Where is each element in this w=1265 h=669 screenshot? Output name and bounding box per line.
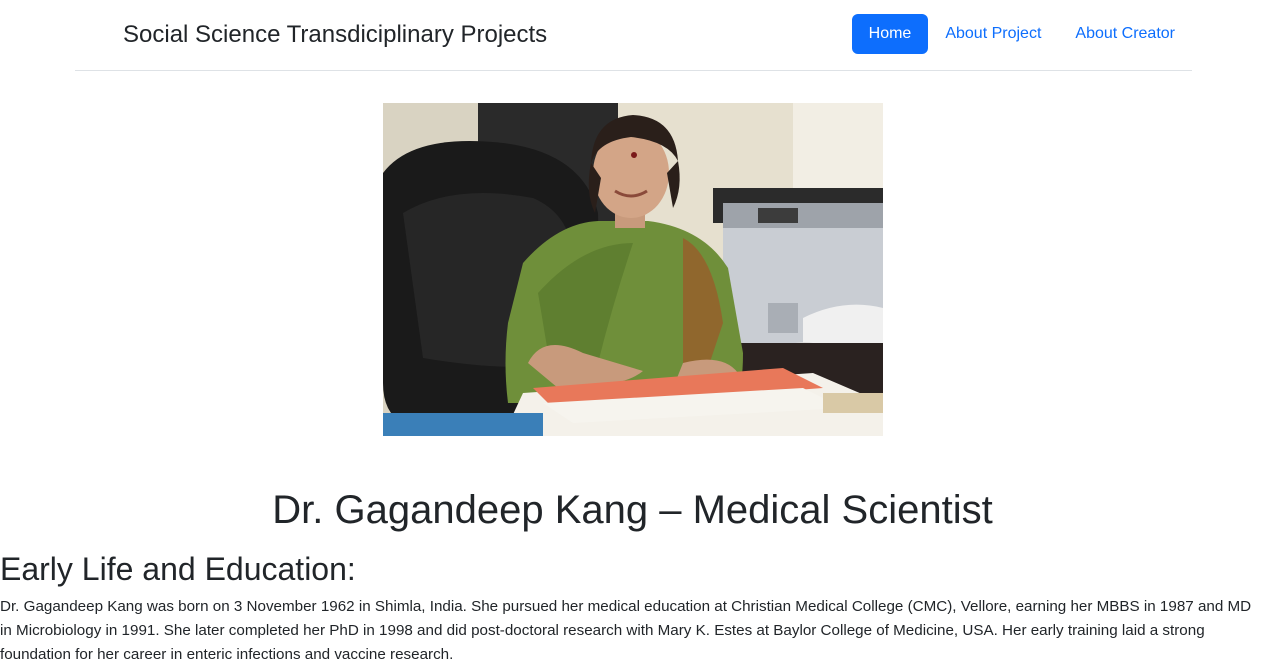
navbar-brand[interactable]: Social Science Transdiciplinary Projects	[123, 20, 547, 50]
page-title: Dr. Gagandeep Kang – Medical Scientist	[272, 488, 993, 532]
profile-photo	[383, 103, 883, 436]
nav-about-project-link[interactable]: About Project	[928, 14, 1058, 54]
nav-about-creator-link[interactable]: About Creator	[1058, 14, 1192, 54]
top-navbar: Social Science Transdiciplinary Projects…	[75, 0, 1192, 71]
nav-home-link[interactable]: Home	[851, 14, 929, 54]
nav-links: Home About Project About Creator	[851, 14, 1192, 54]
section-heading-early-life: Early Life and Education:	[0, 551, 356, 587]
section-body-early-life: Dr. Gagandeep Kang was born on 3 Novembe…	[0, 598, 1252, 663]
